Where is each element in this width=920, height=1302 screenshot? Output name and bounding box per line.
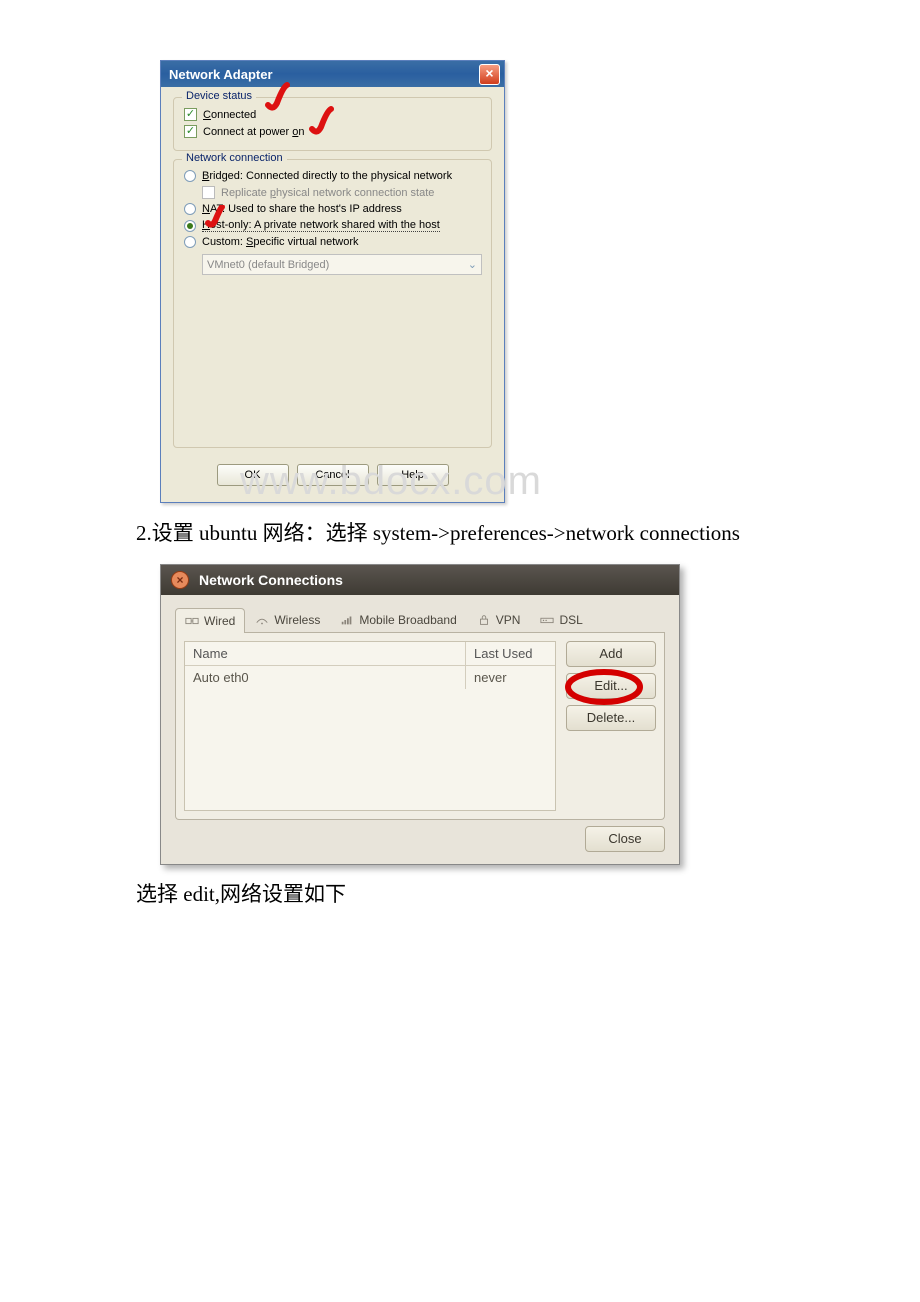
network-adapter-dialog: Network Adapter × Device status ✓ Connec… [160, 60, 505, 503]
checkbox-checked-icon: ✓ [184, 125, 197, 138]
edit-button[interactable]: Edit... [566, 673, 656, 699]
lock-icon [477, 614, 491, 626]
radio-icon [184, 203, 196, 215]
wired-icon [185, 615, 199, 627]
custom-radio[interactable]: Custom: Specific virtual network [184, 234, 481, 250]
list-header: Name Last Used [185, 642, 555, 666]
radio-selected-icon [184, 220, 196, 232]
tab-vpn[interactable]: VPN [467, 607, 531, 632]
add-button[interactable]: Add [566, 641, 656, 667]
dialog-title: Network Adapter [169, 67, 273, 82]
hostonly-label: Host-only: A private network shared with… [202, 219, 440, 232]
custom-label: Custom: Specific virtual network [202, 236, 359, 248]
close-icon[interactable]: × [171, 571, 189, 589]
dialog-titlebar: Network Adapter × [161, 61, 504, 87]
button-column: Add Edit... Delete... [566, 641, 656, 811]
poweron-checkbox-row[interactable]: ✓ Connect at power on [184, 123, 481, 140]
instruction-text-2: 选择 edit,网络设置如下 [60, 879, 860, 911]
connection-list[interactable]: Name Last Used Auto eth0 never [184, 641, 556, 811]
tab-label: Wireless [274, 613, 320, 627]
close-icon[interactable]: × [479, 64, 500, 85]
wireless-icon [255, 614, 269, 626]
bridged-label: Bridged: Connected directly to the physi… [202, 170, 452, 182]
connected-label: Connected [203, 109, 256, 121]
col-name: Name [185, 642, 465, 665]
replicate-checkbox: ✓ Replicate physical network connection … [202, 184, 481, 201]
radio-icon [184, 236, 196, 248]
tab-dsl[interactable]: DSL [530, 607, 592, 632]
device-status-group: Device status ✓ Connected ✓ Connect at p… [173, 97, 492, 151]
dialog-titlebar: × Network Connections [161, 565, 679, 595]
network-connections-dialog: × Network Connections Wired Wireless Mob… [160, 564, 680, 865]
cell-name: Auto eth0 [185, 666, 465, 689]
device-status-legend: Device status [182, 90, 256, 102]
chevron-down-icon: ⌄ [468, 258, 477, 271]
dialog-title: Network Connections [199, 572, 343, 588]
watermark-text: www.bdocx.com [240, 459, 860, 504]
col-last-used: Last Used [465, 642, 555, 665]
bridged-radio[interactable]: Bridged: Connected directly to the physi… [184, 168, 481, 184]
instruction-text-1: 2.设置 ubuntu 网络：选择 system->preferences->n… [60, 518, 860, 550]
mobile-icon [340, 614, 354, 626]
list-item[interactable]: Auto eth0 never [185, 666, 555, 689]
nat-radio[interactable]: NAT: Used to share the host's IP address [184, 201, 481, 217]
dsl-icon [540, 614, 554, 626]
tab-label: VPN [496, 613, 521, 627]
delete-button[interactable]: Delete... [566, 705, 656, 731]
tab-label: DSL [559, 613, 582, 627]
cell-last-used: never [465, 666, 555, 689]
connected-checkbox-row[interactable]: ✓ Connected [184, 106, 481, 123]
network-connection-legend: Network connection [182, 152, 287, 164]
tab-panel: Name Last Used Auto eth0 never Add Edit.… [175, 633, 665, 820]
close-button[interactable]: Close [585, 826, 665, 852]
tab-bar: Wired Wireless Mobile Broadband VPN DSL [175, 607, 665, 633]
checkbox-icon: ✓ [202, 186, 215, 199]
radio-icon [184, 170, 196, 182]
tab-wired[interactable]: Wired [175, 608, 245, 633]
network-connection-group: Network connection Bridged: Connected di… [173, 159, 492, 448]
tab-label: Wired [204, 614, 235, 628]
replicate-label: Replicate physical network connection st… [221, 187, 434, 199]
hostonly-radio[interactable]: Host-only: A private network shared with… [184, 217, 481, 234]
dialog-footer: Close [175, 820, 665, 852]
checkbox-checked-icon: ✓ [184, 108, 197, 121]
nat-label: NAT: Used to share the host's IP address [202, 203, 402, 215]
tab-mobile[interactable]: Mobile Broadband [330, 607, 466, 632]
combo-value: VMnet0 (default Bridged) [207, 259, 329, 271]
poweron-label: Connect at power on [203, 126, 305, 138]
tab-wireless[interactable]: Wireless [245, 607, 330, 632]
vmnet-combo: VMnet0 (default Bridged) ⌄ [202, 254, 482, 275]
tab-label: Mobile Broadband [359, 613, 456, 627]
